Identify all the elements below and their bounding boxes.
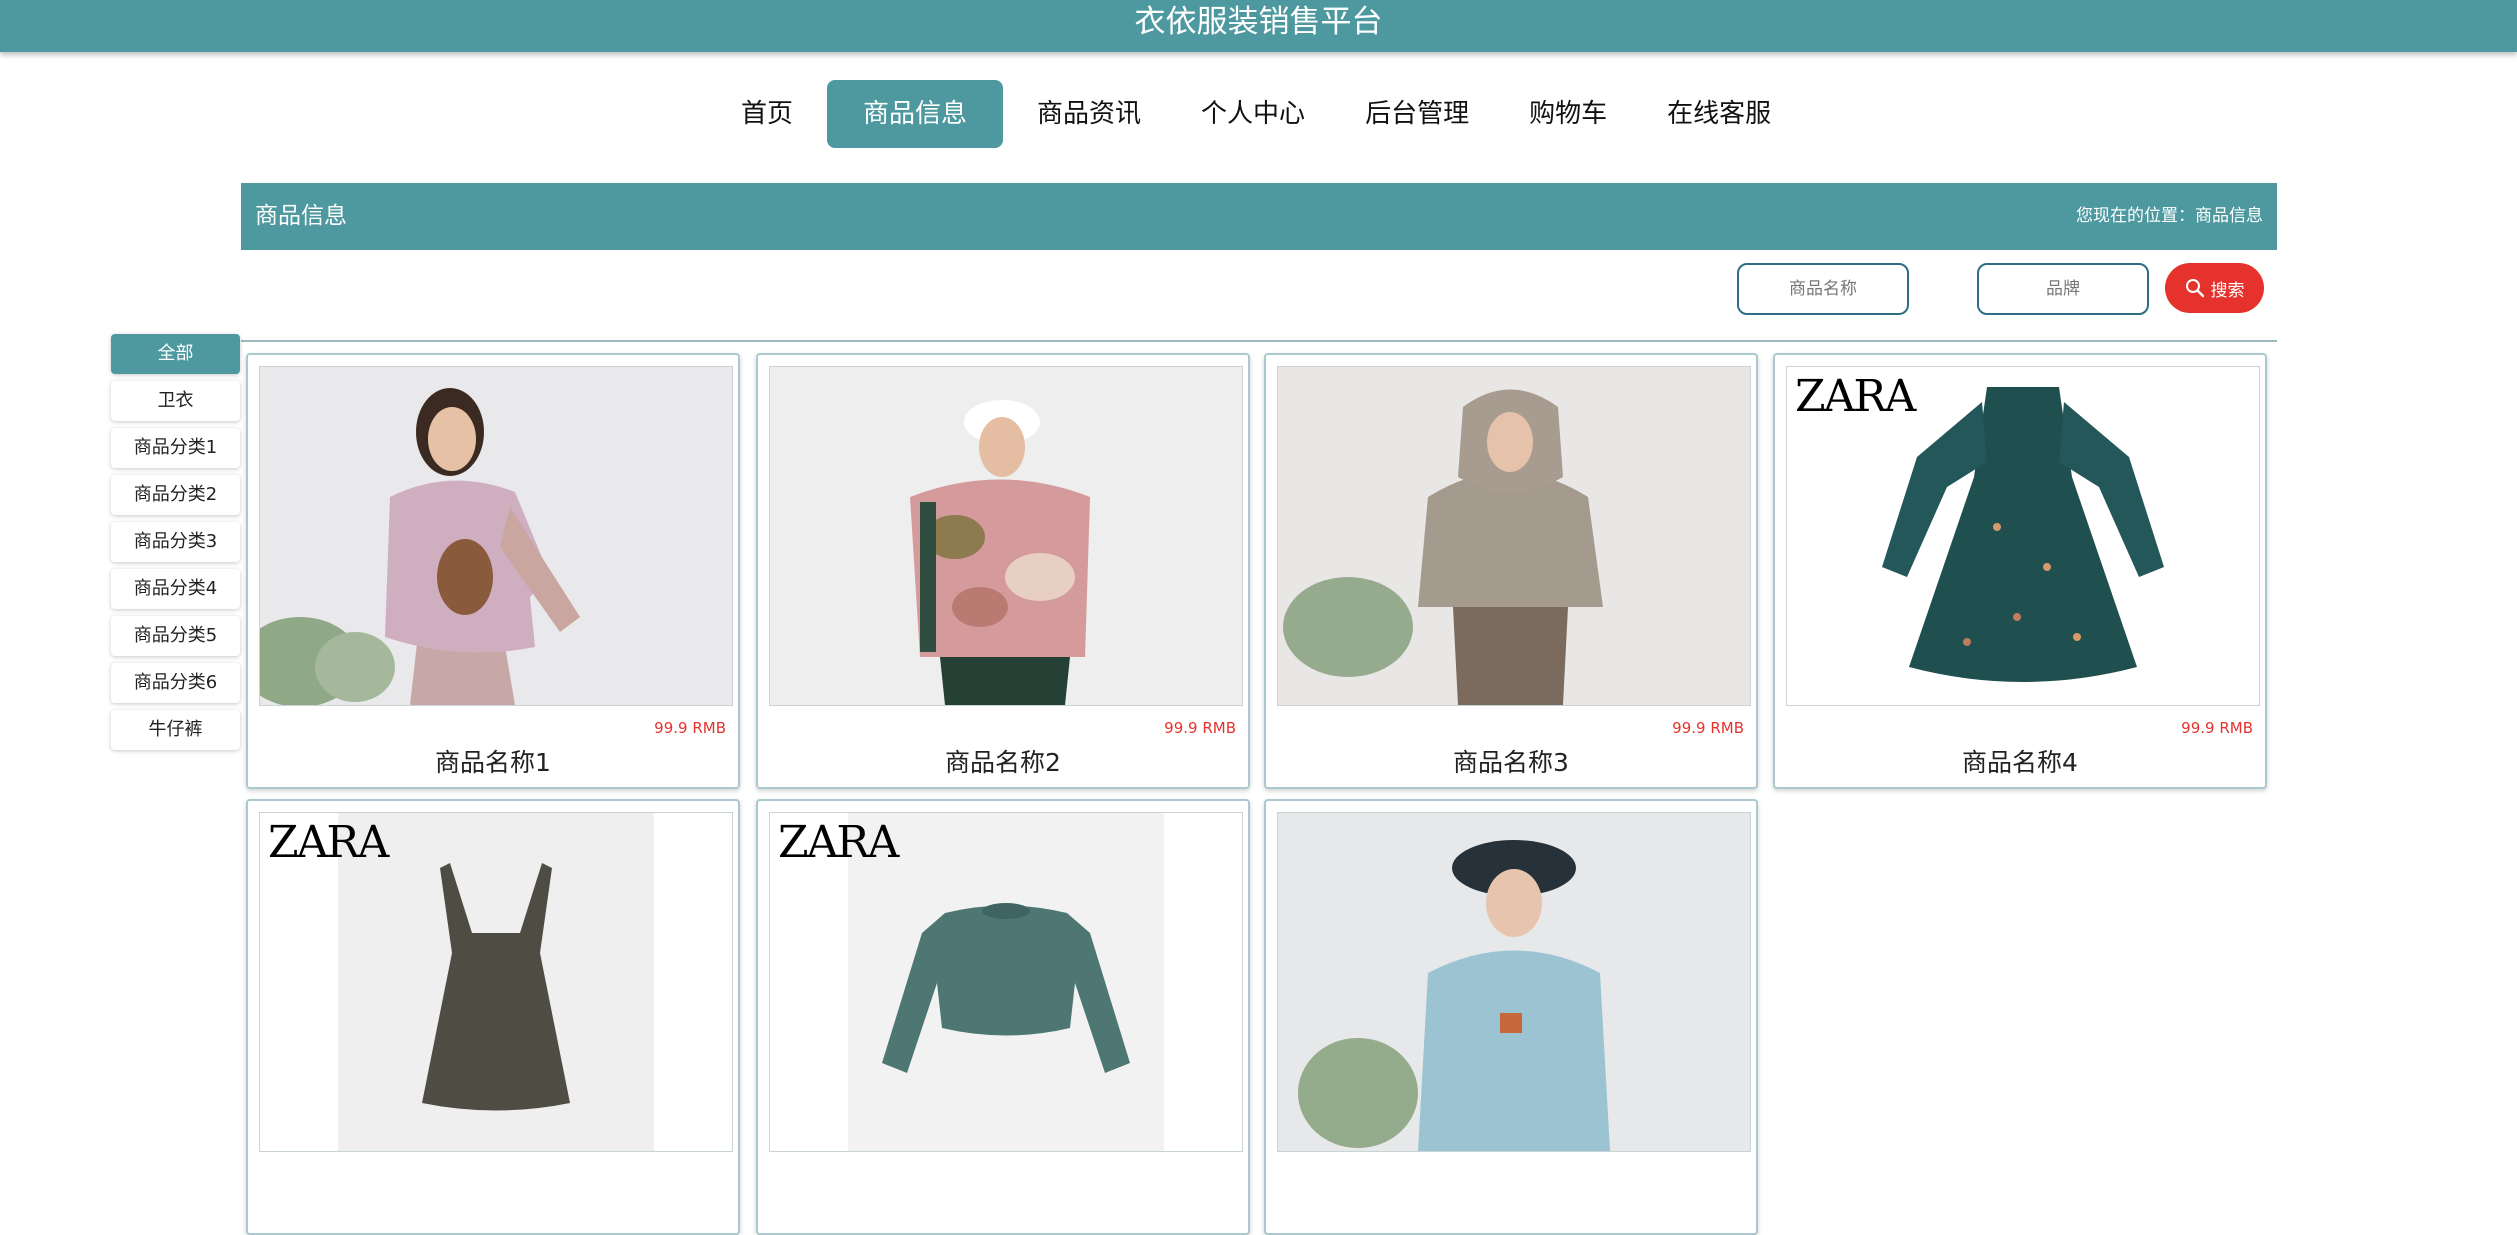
product-price: 99.9 RMB — [654, 719, 726, 737]
search-icon — [2185, 279, 2204, 298]
nav-service[interactable]: 在线客服 — [1641, 80, 1797, 148]
nav-home[interactable]: 首页 — [715, 80, 819, 148]
product-image: ZARA — [769, 812, 1243, 1152]
product-name[interactable]: 商品名称1 — [248, 743, 738, 779]
category-2[interactable]: 商品分类2 — [111, 475, 240, 515]
search-button[interactable]: 搜索 — [2165, 263, 2264, 313]
breadcrumb: 您现在的位置：商品信息 — [2076, 206, 2263, 226]
product-card[interactable]: 99.9 RMB 商品名称3 — [1264, 353, 1758, 789]
category-1[interactable]: 商品分类1 — [111, 428, 240, 468]
nav-news[interactable]: 商品资讯 — [1011, 80, 1167, 148]
header-bar: 衣依服装销售平台 — [0, 0, 2517, 52]
product-image: ZARA — [1786, 366, 2260, 706]
product-image — [1277, 812, 1751, 1152]
product-name[interactable]: 商品名称2 — [758, 743, 1248, 779]
category-3[interactable]: 商品分类3 — [111, 522, 240, 562]
product-card[interactable]: ZARA 99.9 RMB 商品名称4 — [1773, 353, 2267, 789]
category-sidebar: 全部 卫衣 商品分类1 商品分类2 商品分类3 商品分类4 商品分类5 商品分类… — [111, 334, 240, 757]
brand-logo: ZARA — [1795, 371, 1916, 422]
product-price: 99.9 RMB — [1672, 719, 1744, 737]
product-card[interactable]: ZARA — [246, 799, 740, 1235]
product-price: 99.9 RMB — [2181, 719, 2253, 737]
product-name-input[interactable] — [1737, 263, 1909, 315]
category-all[interactable]: 全部 — [111, 334, 240, 374]
product-card[interactable]: ZARA — [756, 799, 1250, 1235]
app-title: 衣依服装销售平台 — [1134, 4, 1383, 40]
product-card[interactable]: 99.9 RMB 商品名称2 — [756, 353, 1250, 789]
section-title: 商品信息 — [255, 203, 347, 229]
search-button-label: 搜索 — [2210, 280, 2245, 301]
product-image — [769, 366, 1243, 706]
brand-logo: ZARA — [268, 817, 389, 868]
nav-profile[interactable]: 个人中心 — [1175, 80, 1331, 148]
brand-logo: ZARA — [778, 817, 899, 868]
main-nav: 首页 商品信息 商品资讯 个人中心 后台管理 购物车 在线客服 — [715, 80, 1797, 150]
category-hoodie[interactable]: 卫衣 — [111, 381, 240, 421]
product-name[interactable]: 商品名称4 — [1775, 743, 2265, 779]
divider — [241, 340, 2277, 342]
product-image — [1277, 366, 1751, 706]
nav-admin[interactable]: 后台管理 — [1339, 80, 1495, 148]
category-4[interactable]: 商品分类4 — [111, 569, 240, 609]
section-banner: 商品信息 您现在的位置：商品信息 — [241, 183, 2277, 250]
product-card[interactable]: 99.9 RMB 商品名称1 — [246, 353, 740, 789]
product-image — [259, 366, 733, 706]
product-name[interactable]: 商品名称3 — [1266, 743, 1756, 779]
product-price: 99.9 RMB — [1164, 719, 1236, 737]
nav-cart[interactable]: 购物车 — [1503, 80, 1633, 148]
brand-input[interactable] — [1977, 263, 2149, 315]
nav-products[interactable]: 商品信息 — [827, 80, 1004, 148]
category-6[interactable]: 商品分类6 — [111, 663, 240, 703]
product-card[interactable] — [1264, 799, 1758, 1235]
category-5[interactable]: 商品分类5 — [111, 616, 240, 656]
category-jeans[interactable]: 牛仔裤 — [111, 710, 240, 750]
product-image: ZARA — [259, 812, 733, 1152]
